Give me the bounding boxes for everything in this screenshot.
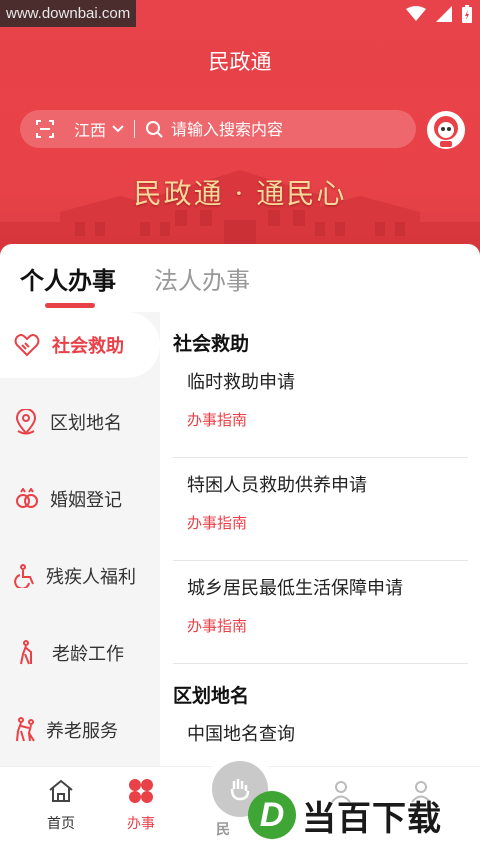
service-item[interactable]: 中国地名查询 bbox=[173, 707, 468, 766]
nav-home[interactable]: 首页 bbox=[21, 775, 101, 833]
sidebar-item-division-names[interactable]: 区划地名 bbox=[0, 389, 160, 455]
sidebar-item-social-assistance[interactable]: 社会救助 bbox=[0, 312, 160, 378]
sidebar-item-aging-work[interactable]: 老龄工作 bbox=[0, 620, 160, 686]
handshake-icon bbox=[14, 333, 40, 357]
section-title-social-assistance: 社会救助 bbox=[173, 333, 250, 355]
service-item[interactable]: 临时救助申请 办事指南 bbox=[173, 355, 468, 458]
downbai-logo-watermark: D 当百下载 bbox=[248, 790, 442, 840]
section-title-division-names: 区划地名 bbox=[173, 685, 250, 707]
wifi-icon bbox=[406, 6, 426, 21]
logo-text: 当百下载 bbox=[302, 798, 442, 839]
robot-assistant-icon[interactable] bbox=[426, 110, 466, 150]
scan-icon[interactable] bbox=[36, 120, 54, 138]
sidebar-item-marriage-registration[interactable]: 婚姻登记 bbox=[0, 466, 160, 532]
rings-icon bbox=[15, 488, 39, 510]
battery-icon bbox=[462, 5, 472, 23]
search-input[interactable] bbox=[171, 119, 382, 139]
site-watermark: www.downbai.com bbox=[0, 0, 137, 27]
search-bar: 江西 bbox=[20, 110, 416, 148]
chevron-down-icon bbox=[112, 125, 124, 133]
service-guide-link[interactable]: 办事指南 bbox=[187, 615, 247, 636]
nav-label: 民 bbox=[216, 822, 230, 838]
tab-active-indicator bbox=[45, 303, 95, 308]
sidebar-item-disability-welfare[interactable]: 残疾人福利 bbox=[0, 543, 160, 609]
wheelchair-icon bbox=[14, 564, 36, 588]
sidebar-item-label: 社会救助 bbox=[52, 336, 124, 357]
elderly-cane-icon bbox=[17, 640, 39, 666]
header: 民政通 · 通民心 www.downbai.com 民政通 江西 bbox=[0, 0, 480, 255]
tab-personal-affairs[interactable]: 个人办事 bbox=[20, 261, 116, 296]
service-name: 中国地名查询 bbox=[187, 724, 295, 745]
category-sidebar: 社会救助 区划地名 婚姻登记 残疾人福利 老龄工作 养老服务 bbox=[0, 312, 160, 766]
service-name: 临时救助申请 bbox=[187, 372, 295, 393]
service-list: 社会救助 临时救助申请 办事指南 特困人员救助供养申请 办事指南 城乡居民最低生… bbox=[160, 312, 480, 766]
service-item[interactable]: 城乡居民最低生活保障申请 办事指南 bbox=[173, 561, 468, 664]
banner-slogan: 民政通 · 通民心 bbox=[133, 177, 347, 210]
sidebar-item-label: 老龄工作 bbox=[52, 644, 124, 665]
logo-d-icon: D bbox=[248, 791, 296, 839]
tab-legal-affairs[interactable]: 法人办事 bbox=[154, 261, 250, 296]
region-label: 江西 bbox=[74, 121, 107, 140]
service-panel: 个人办事 法人办事 社会救助 区划地名 婚姻登记 残疾人福利 老龄工作 养老服务… bbox=[0, 244, 480, 766]
elderly-care-icon bbox=[14, 717, 38, 743]
tab-bar: 个人办事 法人办事 bbox=[0, 244, 480, 312]
service-name: 特困人员救助供养申请 bbox=[187, 475, 367, 496]
app-title: 民政通 bbox=[208, 50, 272, 74]
sidebar-item-label: 区划地名 bbox=[50, 413, 122, 434]
sidebar-item-elderly-care-services[interactable]: 养老服务 bbox=[0, 697, 160, 763]
divider bbox=[134, 120, 136, 138]
search-icon bbox=[145, 120, 163, 138]
service-item[interactable]: 特困人员救助供养申请 办事指南 bbox=[173, 458, 468, 561]
signal-icon bbox=[436, 6, 452, 22]
sidebar-item-label: 婚姻登记 bbox=[50, 490, 122, 511]
nav-label: 办事 bbox=[127, 816, 155, 832]
region-selector[interactable]: 江西 bbox=[74, 117, 124, 141]
nav-label: 首页 bbox=[47, 816, 75, 832]
service-guide-link[interactable]: 办事指南 bbox=[187, 512, 247, 533]
sidebar-item-label: 养老服务 bbox=[46, 721, 118, 742]
sidebar-item-label: 残疾人福利 bbox=[46, 567, 136, 588]
status-bar bbox=[406, 5, 472, 23]
service-guide-link[interactable]: 办事指南 bbox=[187, 409, 247, 430]
location-pin-icon bbox=[15, 409, 37, 435]
service-name: 城乡居民最低生活保障申请 bbox=[187, 578, 403, 599]
clover-grid-icon bbox=[129, 779, 153, 803]
nav-services[interactable]: 办事 bbox=[101, 775, 181, 833]
home-icon bbox=[49, 779, 73, 802]
